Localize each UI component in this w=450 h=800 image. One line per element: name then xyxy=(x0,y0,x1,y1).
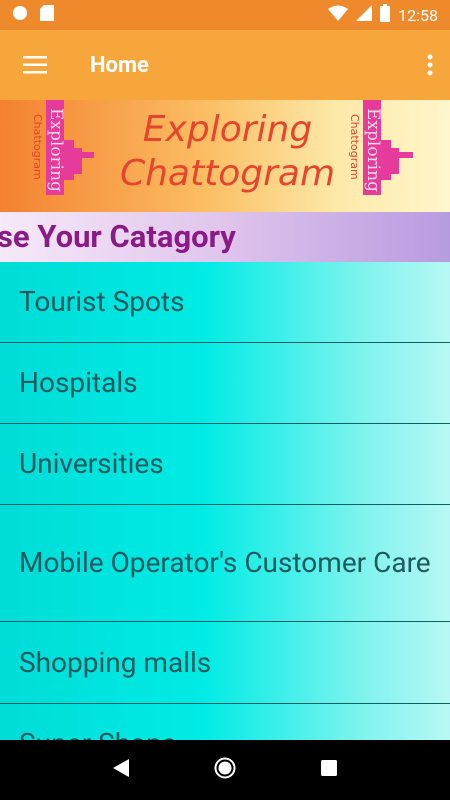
hamburger-menu-icon[interactable] xyxy=(0,30,70,100)
category-list[interactable]: Tourist Spots Hospitals Universities Mob… xyxy=(0,262,450,740)
list-item-label: Universities xyxy=(19,447,164,480)
list-item-mobile-operators[interactable]: Mobile Operator's Customer Care xyxy=(0,505,450,622)
navigation-bar xyxy=(0,740,450,800)
circle-icon xyxy=(12,5,28,25)
list-item-hospitals[interactable]: Hospitals xyxy=(0,343,450,424)
list-item-label: Mobile Operator's Customer Care xyxy=(19,546,431,579)
list-item-label: Shopping malls xyxy=(19,645,212,679)
banner-title: Exploring Chattogram xyxy=(119,109,336,194)
status-time: 12:58 xyxy=(398,5,438,25)
list-item-shopping-malls[interactable]: Shopping malls xyxy=(0,622,450,704)
logo-text-exploring: Exploring xyxy=(363,108,383,192)
signal-icon xyxy=(356,5,373,25)
banner: Exploring Chattogram Exploring Chattogra… xyxy=(0,100,450,212)
category-header: oose Your Catagory xyxy=(0,212,450,262)
list-item-universities[interactable]: Universities xyxy=(0,424,450,505)
status-bar: 12:58 xyxy=(0,0,450,30)
page-title: Home xyxy=(90,52,149,78)
logo-left: Exploring Chattogram xyxy=(28,100,98,212)
category-header-label: oose Your Catagory xyxy=(0,218,236,255)
app-bar: Home xyxy=(0,30,450,100)
battery-icon xyxy=(380,4,391,26)
more-vert-icon[interactable] xyxy=(410,30,450,100)
logo-text-chattogram: Chattogram xyxy=(348,114,361,180)
wifi-icon xyxy=(328,5,349,25)
list-item-super-shops[interactable]: Super Shops xyxy=(0,704,450,740)
list-item-tourist-spots[interactable]: Tourist Spots xyxy=(0,262,450,343)
back-icon[interactable] xyxy=(112,759,129,781)
recents-icon[interactable] xyxy=(321,760,338,780)
logo-right: Exploring Chattogram xyxy=(345,100,420,212)
sd-card-icon xyxy=(40,5,54,25)
logo-text-exploring: Exploring xyxy=(46,108,66,192)
list-item-label: Tourist Spots xyxy=(19,285,185,318)
list-item-label: Hospitals xyxy=(19,366,138,399)
home-icon[interactable] xyxy=(214,757,236,783)
logo-text-chattogram: Chattogram xyxy=(31,114,44,180)
list-item-label: Super Shops xyxy=(19,726,176,740)
